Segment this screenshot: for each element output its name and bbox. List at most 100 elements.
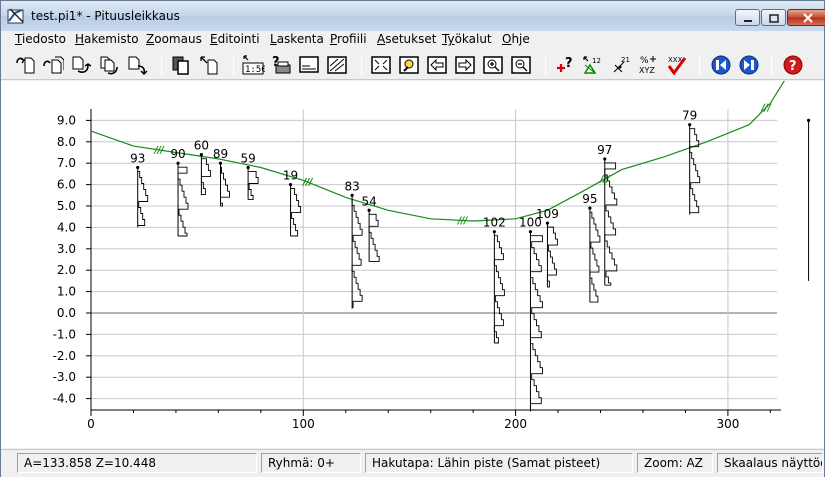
x-tick-label: 100: [292, 417, 315, 431]
sounding-top-point[interactable]: [528, 230, 533, 234]
maximize-icon: [768, 8, 779, 27]
y-tick-label: 3.0: [57, 242, 76, 256]
sounding-top-point[interactable]: [806, 118, 811, 122]
sounding-top-point[interactable]: [545, 221, 550, 225]
sounding-top-point[interactable]: [176, 161, 180, 165]
zoom-out-button[interactable]: [509, 53, 533, 77]
sounding-top-point[interactable]: [588, 206, 592, 210]
sounding-label[interactable]: 79: [682, 109, 697, 123]
save-as-button[interactable]: [97, 53, 121, 77]
sounding-label[interactable]: 93: [130, 151, 145, 165]
toolbar-separator: [771, 55, 772, 75]
status-search-mode: Hakutapa: Lähin piste (Samat pisteet): [365, 453, 633, 473]
export-button[interactable]: [125, 53, 149, 77]
status-group: Ryhmä: 0+: [261, 453, 361, 473]
paste-button[interactable]: [197, 53, 221, 77]
xyz-icon: % XYZ: [637, 54, 661, 76]
menu-accelerator: H: [75, 32, 85, 46]
menu-tiedosto[interactable]: Tiedosto: [15, 32, 66, 46]
profile-drawing-area[interactable]: 9.0 8.0 7.0 6.0 5.0 4.0 3.0 2.0 1.0 0.0 -1.0 -2.0 -3…: [1, 68, 824, 448]
sounding-top-point[interactable]: [367, 208, 371, 212]
minimize-button[interactable]: [735, 9, 760, 26]
pan-right-button[interactable]: [453, 53, 477, 77]
svg-text:1:50: 1:50: [245, 65, 265, 75]
copy-icon: [170, 54, 192, 76]
application-window: test.pi1* - Pituusleikkaus Tiedosto Hakem…: [0, 0, 825, 477]
close-button[interactable]: [787, 9, 825, 26]
menu-laskenta[interactable]: Laskenta: [270, 32, 324, 46]
menu-hakemisto[interactable]: Hakemisto: [75, 32, 139, 46]
menu-label-rest: akemisto: [84, 32, 139, 46]
scale-button[interactable]: 1:50: [241, 53, 265, 77]
sounding-top-point[interactable]: [350, 193, 354, 197]
open-button[interactable]: [13, 53, 37, 77]
previous-button[interactable]: [709, 53, 733, 77]
sounding-label[interactable]: 59: [240, 151, 255, 165]
zoom-window-button[interactable]: [397, 53, 421, 77]
print-button[interactable]: ?: [269, 53, 293, 77]
hatch-button[interactable]: [325, 53, 349, 77]
xyz-button[interactable]: % XYZ: [637, 53, 661, 77]
save-button[interactable]: [69, 53, 93, 77]
cut-point-button[interactable]: 21: [609, 53, 633, 77]
menu-label-rest: setukset: [385, 32, 437, 46]
print-preview-button[interactable]: [297, 53, 321, 77]
sounding-resistance-graph: [177, 166, 189, 237]
open-multi-button[interactable]: [41, 53, 65, 77]
sounding-label[interactable]: 60: [194, 139, 209, 153]
sounding-label[interactable]: 83: [344, 179, 359, 193]
sounding-resistance-graph: [137, 171, 149, 226]
menu-label-rest: ökalut: [454, 32, 492, 46]
copy-button[interactable]: [169, 53, 193, 77]
sounding-top-point[interactable]: [199, 153, 203, 157]
sounding-top-point[interactable]: [136, 165, 140, 170]
pan-left-button[interactable]: [425, 53, 449, 77]
sounding-top-point[interactable]: [688, 123, 692, 127]
status-scaling: Skaalaus näyttöön: [717, 453, 823, 473]
title-bar[interactable]: test.pi1* - Pituusleikkaus: [1, 1, 825, 31]
sounding-label[interactable]: 54: [361, 194, 376, 208]
profile-chart[interactable]: 9.0 8.0 7.0 6.0 5.0 4.0 3.0 2.0 1.0 0.0 -1.0 -2.0 -3…: [1, 68, 824, 448]
help-button[interactable]: ?: [781, 53, 805, 77]
maximize-button[interactable]: [761, 9, 786, 26]
svg-text:%: %: [640, 56, 649, 66]
check-button[interactable]: XXX: [665, 53, 689, 77]
print-icon: ?: [270, 54, 292, 76]
toolbar: 1:50 ? ? 12 21 % XYZ XXX ?: [1, 50, 824, 80]
menu-asetukset[interactable]: Asetukset: [377, 32, 436, 46]
sounding-resistance-graph: [220, 166, 230, 207]
zoom-in-button[interactable]: [481, 53, 505, 77]
menu-accelerator: L: [270, 32, 277, 46]
sounding-top-point[interactable]: [246, 165, 250, 170]
sounding-resistance-graph: [351, 198, 363, 308]
menu-accelerator: Z: [146, 32, 155, 46]
sounding-resistance-graph: [290, 188, 302, 237]
menu-editointi[interactable]: Editointi: [210, 32, 260, 46]
menu-tykalut[interactable]: Työkalut: [442, 32, 492, 46]
menu-ohje[interactable]: Ohje: [502, 32, 530, 46]
sounding-label[interactable]: 89: [213, 147, 228, 161]
add-point-button[interactable]: ?: [553, 53, 577, 77]
sounding-top-point[interactable]: [492, 230, 496, 234]
sounding-top-point[interactable]: [288, 183, 293, 187]
sounding-label[interactable]: 90: [170, 147, 185, 161]
sounding-label[interactable]: 102: [483, 216, 506, 230]
sounding-label[interactable]: 109: [536, 207, 559, 221]
menu-profiili[interactable]: Profiili: [330, 32, 367, 46]
sounding-label[interactable]: 95: [582, 192, 597, 206]
sounding-resistance-graph: [530, 235, 543, 411]
sounding-top-point[interactable]: [603, 157, 607, 161]
check-icon: XXX: [665, 54, 689, 76]
next-button[interactable]: [737, 53, 761, 77]
menu-accelerator: Ty: [442, 32, 455, 46]
sounding-resistance-graph: [248, 171, 259, 201]
menu-accelerator: P: [330, 32, 338, 46]
cut-point-icon: 21: [610, 54, 632, 76]
renumber-button[interactable]: 12: [581, 53, 605, 77]
sounding-label[interactable]: 97: [597, 143, 612, 157]
sounding-label[interactable]: 19: [283, 169, 298, 183]
sounding-resistance-graph: [200, 158, 211, 196]
menu-zoomaus[interactable]: Zoomaus: [146, 32, 202, 46]
zoom-extents-button[interactable]: [369, 53, 393, 77]
sounding-top-point[interactable]: [218, 161, 223, 165]
